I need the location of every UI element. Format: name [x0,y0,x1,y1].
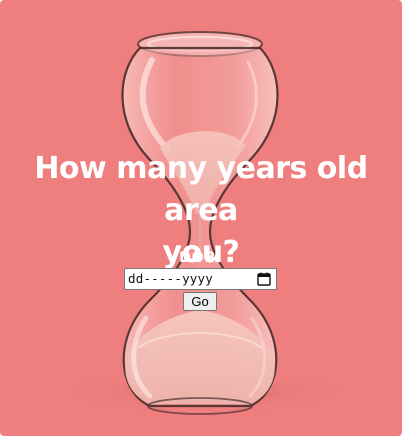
dob-label: DOB: [179,250,223,266]
go-button[interactable]: Go [183,292,217,311]
calendar-icon[interactable] [257,272,271,286]
dob-date-input[interactable]: dd-----yyyy [124,268,277,290]
page-title-line-1: How many years old area [34,151,368,228]
dob-date-placeholder: dd-----yyyy [128,271,213,286]
app-card: How many years old area you? DOB: dd----… [0,0,402,436]
